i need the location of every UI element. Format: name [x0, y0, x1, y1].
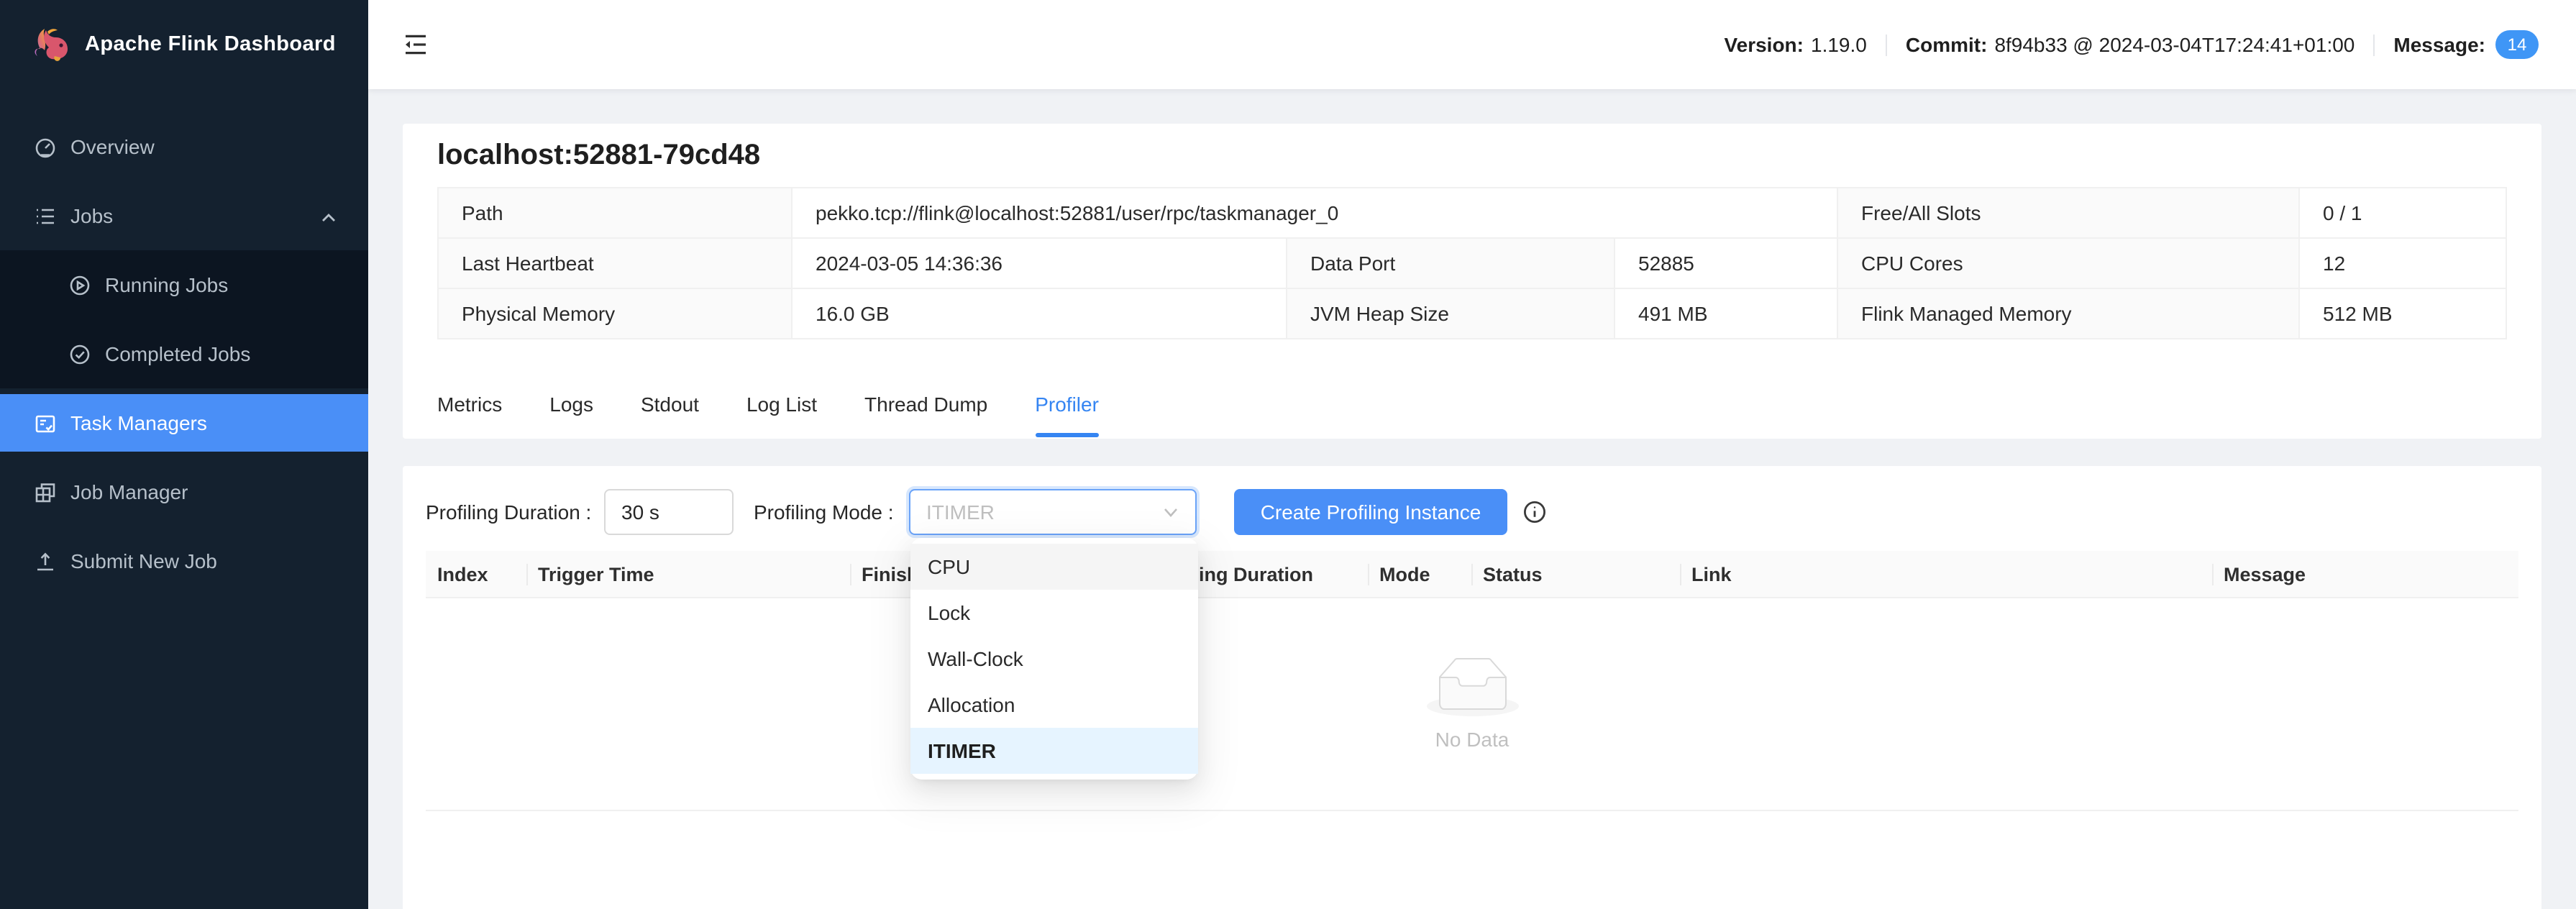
profiling-mode-value: ITIMER — [926, 501, 995, 524]
commit-value: 8f94b33 @ 2024-03-04T17:24:41+01:00 — [1994, 33, 2355, 56]
version-label: Version: — [1724, 33, 1804, 56]
column-header-index: Index — [437, 563, 488, 585]
sidebar-menu: Overview Jobs Running Jobs Completed Job… — [0, 89, 368, 590]
sidebar-item-label: Task Managers — [70, 411, 207, 434]
dropdown-option-itimer[interactable]: ITIMER — [910, 728, 1198, 774]
info-value-jvm-heap: 491 MB — [1615, 289, 1838, 338]
column-header-status: Status — [1471, 551, 1680, 597]
chevron-up-icon — [321, 207, 337, 223]
empty-box-icon — [1426, 658, 1518, 716]
info-label-managed-memory: Flink Managed Memory — [1838, 289, 2300, 338]
sidebar-item-label: Overview — [70, 135, 155, 158]
profiling-mode-select[interactable]: ITIMER — [909, 489, 1197, 535]
table-row: Physical Memory 16.0 GB JVM Heap Size 49… — [439, 289, 2506, 339]
message-label: Message: — [2393, 33, 2485, 56]
sidebar-item-running-jobs[interactable]: Running Jobs — [0, 256, 368, 314]
sidebar-item-task-managers[interactable]: Task Managers — [0, 394, 368, 452]
no-data-text: No Data — [1435, 728, 1509, 751]
sidebar-item-label: Running Jobs — [105, 273, 229, 296]
taskmanager-tabs: Metrics Logs Stdout Log List Thread Dump… — [437, 339, 2507, 437]
sidebar-item-label: Completed Jobs — [105, 342, 251, 365]
play-circle-icon — [69, 274, 91, 296]
info-label-data-port: Data Port — [1287, 239, 1615, 288]
sidebar-item-label: Job Manager — [70, 480, 188, 503]
tab-thread-dump[interactable]: Thread Dump — [864, 388, 987, 437]
info-value-cpu-cores: 12 — [2323, 252, 2346, 275]
info-value-heartbeat: 2024-03-05 14:36:36 — [793, 239, 1287, 288]
chevron-down-icon — [1162, 503, 1179, 521]
sidebar-item-completed-jobs[interactable]: Completed Jobs — [0, 325, 368, 383]
profiling-mode-dropdown: CPU Lock Wall-Clock Allocation ITIMER — [910, 538, 1198, 780]
info-label-physical-memory: Physical Memory — [439, 289, 793, 338]
create-profiling-instance-button[interactable]: Create Profiling Instance — [1234, 489, 1507, 535]
tab-metrics[interactable]: Metrics — [437, 388, 502, 437]
sidebar-item-jobs[interactable]: Jobs — [0, 187, 368, 245]
info-value-free-slots: 0 / 1 — [2323, 201, 2362, 224]
info-value-managed-memory: 512 MB — [2323, 302, 2393, 325]
column-header-trigger-time: Trigger Time — [526, 551, 850, 597]
meta-divider — [1885, 34, 1887, 55]
upload-icon — [35, 550, 56, 572]
schedule-icon — [35, 412, 56, 434]
profiling-duration-label: Profiling Duration : — [426, 501, 592, 524]
check-circle-icon — [69, 343, 91, 365]
info-label-heartbeat: Last Heartbeat — [439, 239, 793, 288]
profiling-mode-label: Profiling Mode : — [754, 501, 894, 524]
menu-fold-icon[interactable] — [403, 32, 429, 58]
info-label-path: Path — [439, 188, 793, 237]
table-row: Path pekko.tcp://flink@localhost:52881/u… — [439, 188, 2506, 239]
info-circle-icon[interactable] — [1523, 501, 1546, 524]
grid-icon — [35, 481, 56, 503]
info-label-cpu-cores: CPU Cores — [1838, 239, 2300, 288]
tab-stdout[interactable]: Stdout — [641, 388, 699, 437]
sidebar-item-job-manager[interactable]: Job Manager — [0, 463, 368, 521]
app-title: Apache Flink Dashboard — [85, 33, 336, 56]
column-header-link: Link — [1680, 551, 2212, 597]
taskmanager-info-card: localhost:52881-79cd48 Path pekko.tcp://… — [403, 124, 2541, 439]
info-label-jvm-heap: JVM Heap Size — [1287, 289, 1615, 338]
empty-state: No Data — [426, 598, 2518, 811]
tab-profiler[interactable]: Profiler — [1035, 388, 1100, 437]
logo-row[interactable]: Apache Flink Dashboard — [0, 0, 368, 89]
profiling-table-header: Index Trigger Time Finished Time Profili… — [426, 551, 2518, 598]
sidebar: Apache Flink Dashboard Overview Jobs Run… — [0, 0, 368, 909]
sidebar-item-submit-new-job[interactable]: Submit New Job — [0, 532, 368, 590]
column-header-message: Message — [2212, 551, 2518, 597]
commit-label: Commit: — [1905, 33, 1988, 56]
build-meta: Version: 1.19.0 Commit: 8f94b33 @ 2024-0… — [1725, 30, 2539, 59]
dashboard-icon — [35, 136, 56, 157]
jobs-submenu: Running Jobs Completed Jobs — [0, 250, 368, 388]
sidebar-item-overview[interactable]: Overview — [0, 118, 368, 175]
table-row: Last Heartbeat 2024-03-05 14:36:36 Data … — [439, 239, 2506, 289]
top-header: Version: 1.19.0 Commit: 8f94b33 @ 2024-0… — [368, 0, 2576, 89]
version-value: 1.19.0 — [1811, 33, 1867, 56]
sidebar-item-label: Jobs — [70, 204, 114, 227]
message-count-badge[interactable]: 14 — [2495, 30, 2539, 59]
info-value-physical-memory: 16.0 GB — [793, 289, 1287, 338]
dropdown-option-allocation[interactable]: Allocation — [910, 682, 1198, 728]
sidebar-item-label: Submit New Job — [70, 549, 217, 572]
app-root: Apache Flink Dashboard Overview Jobs Run… — [0, 0, 2576, 909]
dropdown-option-cpu[interactable]: CPU — [910, 544, 1198, 590]
profiler-controls: Profiling Duration : Profiling Mode : IT… — [426, 489, 2518, 535]
tab-logs[interactable]: Logs — [549, 388, 593, 437]
info-value-path: pekko.tcp://flink@localhost:52881/user/r… — [793, 188, 1838, 237]
flink-squirrel-logo — [35, 29, 68, 61]
list-icon — [35, 205, 56, 227]
profiler-panel: Profiling Duration : Profiling Mode : IT… — [403, 466, 2541, 909]
page-title: localhost:52881-79cd48 — [437, 140, 761, 171]
info-value-data-port: 52885 — [1615, 239, 1838, 288]
tab-log-list[interactable]: Log List — [746, 388, 817, 437]
dropdown-option-lock[interactable]: Lock — [910, 590, 1198, 636]
taskmanager-info-table: Path pekko.tcp://flink@localhost:52881/u… — [437, 187, 2507, 339]
column-header-mode: Mode — [1368, 551, 1471, 597]
dropdown-option-wall-clock[interactable]: Wall-Clock — [910, 636, 1198, 682]
meta-divider — [2373, 34, 2375, 55]
info-label-free-slots: Free/All Slots — [1838, 188, 2300, 237]
profiling-duration-input[interactable] — [604, 489, 734, 535]
